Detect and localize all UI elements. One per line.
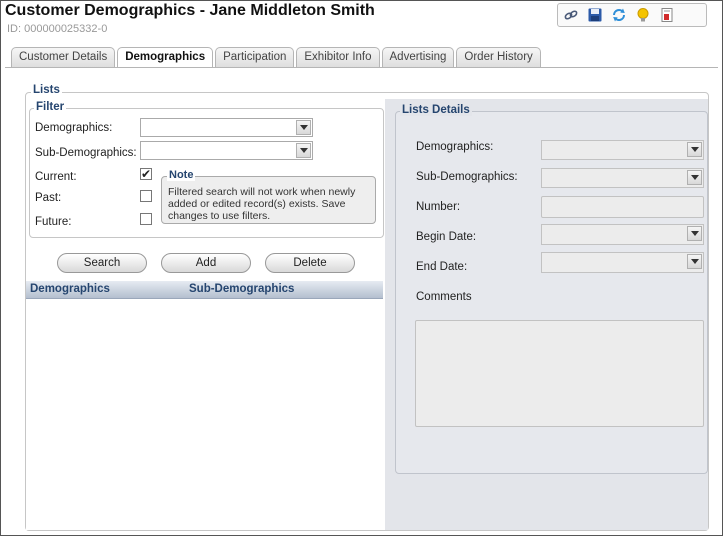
filter-demographics-label: Demographics:: [35, 122, 113, 134]
tab-exhibitor-info[interactable]: Exhibitor Info: [296, 47, 380, 67]
number-field[interactable]: [541, 196, 704, 218]
tab-order-history[interactable]: Order History: [456, 47, 541, 67]
filter-subdemographics-select[interactable]: [140, 141, 313, 160]
note-title: Note: [167, 169, 196, 181]
comments-label: Comments: [416, 291, 472, 303]
future-label: Future:: [35, 216, 72, 228]
chevron-down-icon[interactable]: [687, 254, 702, 269]
past-checkbox[interactable]: [140, 190, 152, 202]
past-label: Past:: [35, 192, 62, 204]
note-text: Filtered search will not work when newly…: [168, 186, 356, 222]
filter-subdemographics-label: Sub-Demographics:: [35, 147, 137, 159]
save-icon[interactable]: [584, 4, 606, 26]
filter-note: Note Filtered search will not work when …: [161, 169, 376, 224]
column-header-subdemographics[interactable]: Sub-Demographics: [189, 283, 294, 295]
chevron-down-icon[interactable]: [687, 170, 702, 185]
filter-demographics-select[interactable]: [140, 118, 313, 137]
begin-date-picker[interactable]: [541, 224, 704, 245]
tab-customer-details[interactable]: Customer Details: [11, 47, 116, 67]
tab-bar: Customer Details Demographics Participat…: [11, 47, 541, 68]
toolbar: [557, 3, 707, 27]
details-demographics-select[interactable]: [541, 140, 704, 160]
details-subdemographics-label: Sub-Demographics:: [416, 171, 518, 183]
page-title: Customer Demographics - Jane Middleton S…: [5, 2, 375, 19]
comments-field[interactable]: [415, 320, 704, 427]
chevron-down-icon[interactable]: [687, 226, 702, 241]
end-date-picker[interactable]: [541, 252, 704, 273]
lists-legend: Lists: [31, 84, 62, 96]
current-checkbox[interactable]: ✔: [140, 168, 152, 180]
lists-details-legend: Lists Details: [400, 104, 472, 116]
tab-demographics[interactable]: Demographics: [117, 47, 214, 68]
future-checkbox[interactable]: [140, 213, 152, 225]
column-header-demographics[interactable]: Demographics: [30, 283, 110, 295]
tab-participation[interactable]: Participation: [215, 47, 295, 67]
delete-button[interactable]: Delete: [265, 253, 355, 273]
tab-advertising[interactable]: Advertising: [381, 47, 455, 67]
window-frame: Customer Demographics - Jane Middleton S…: [0, 0, 723, 536]
number-label: Number:: [416, 201, 461, 213]
add-button[interactable]: Add: [161, 253, 251, 273]
refresh-icon[interactable]: [608, 4, 630, 26]
chevron-down-icon[interactable]: [296, 120, 311, 135]
details-demographics-label: Demographics:: [416, 141, 494, 153]
end-date-label: End Date:: [416, 261, 468, 273]
tab-divider: [5, 67, 718, 68]
link-icon[interactable]: [560, 4, 582, 26]
lightbulb-icon[interactable]: [632, 4, 654, 26]
report-icon[interactable]: [656, 4, 678, 26]
grid-header: Demographics Sub-Demographics: [26, 281, 383, 299]
grid-body: [26, 299, 383, 530]
current-label: Current:: [35, 171, 77, 183]
details-subdemographics-select[interactable]: [541, 168, 704, 188]
filter-legend: Filter: [34, 101, 67, 113]
record-id: ID: 000000025332-0: [7, 23, 108, 35]
chevron-down-icon[interactable]: [687, 142, 702, 157]
begin-date-label: Begin Date:: [416, 231, 477, 243]
chevron-down-icon[interactable]: [296, 143, 311, 158]
search-button[interactable]: Search: [57, 253, 147, 273]
